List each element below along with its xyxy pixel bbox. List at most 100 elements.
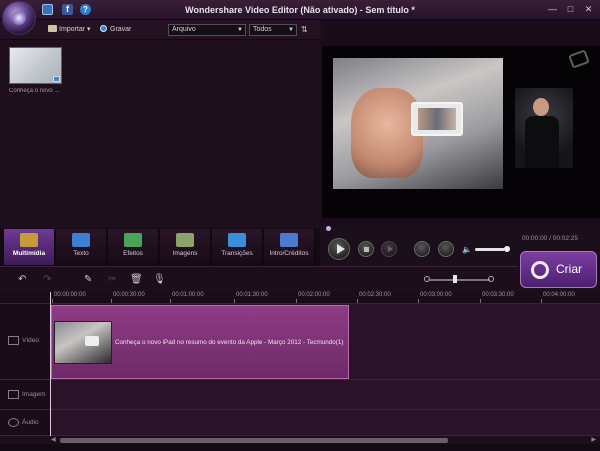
playhead[interactable] — [50, 292, 51, 436]
ruler-tick: 00:03:00:00 — [418, 292, 452, 303]
filter-select[interactable]: Arquivo ▼ — [168, 24, 246, 36]
ruler-tick: 00:02:00:00 — [296, 292, 330, 303]
images-icon — [176, 233, 194, 247]
video-preview[interactable] — [322, 46, 600, 218]
status-bar — [0, 444, 600, 451]
window-title: Wondershare Video Editor (Não ativado) -… — [185, 5, 415, 15]
tab-multimedia[interactable]: Multimídia — [4, 229, 55, 265]
delete-icon[interactable]: 🗑 — [130, 275, 143, 285]
tab-label: Texto — [73, 250, 89, 257]
media-library: Conheça o novo ... — [0, 40, 320, 228]
next-frame-button[interactable] — [381, 241, 397, 257]
watermark-icon — [568, 49, 590, 69]
minimize-button[interactable]: — — [546, 4, 559, 15]
sort-value: Todos — [253, 26, 272, 33]
music-note-icon — [8, 418, 19, 427]
create-button[interactable]: Criar — [520, 251, 597, 288]
scroll-right-icon[interactable]: ▶ — [591, 436, 596, 443]
intro-credits-icon — [280, 233, 298, 247]
clip-thumbnail — [54, 321, 112, 364]
filter-value: Arquivo — [172, 26, 196, 33]
ruler-tick: 00:00:00:00 — [52, 292, 86, 303]
preview-frame-speaker — [515, 88, 573, 168]
media-thumbnail[interactable] — [9, 47, 62, 84]
scrollbar-thumb[interactable] — [60, 438, 448, 443]
sort-select[interactable]: Todos ▼ — [249, 24, 297, 36]
chevron-down-icon: ▼ — [237, 27, 243, 33]
cut-icon[interactable]: ✂ — [108, 275, 116, 285]
transitions-icon — [228, 233, 246, 247]
edit-icon[interactable]: ✎ — [84, 275, 92, 285]
ruler-tick: 00:03:30:00 — [480, 292, 514, 303]
image-track-lane[interactable] — [50, 380, 600, 410]
record-label: Gravar — [110, 26, 132, 33]
import-label: Importar — [59, 26, 86, 33]
clip-label: Conheça o novo iPad no resumo do evento … — [115, 339, 344, 346]
multimedia-icon — [20, 233, 38, 247]
film-reel-icon — [531, 261, 549, 279]
stop-button[interactable] — [358, 241, 374, 257]
audio-track-lane[interactable] — [50, 410, 600, 436]
tab-images[interactable]: Imagens — [160, 229, 211, 265]
record-button[interactable]: Gravar — [100, 25, 131, 33]
chevron-down-icon: ▼ — [288, 27, 294, 33]
zoom-in-icon[interactable] — [488, 276, 494, 282]
tab-intro-credits[interactable]: Intro/Créditos — [264, 229, 315, 265]
volume-icon[interactable]: 🔈 — [462, 245, 472, 254]
play-button[interactable] — [328, 238, 350, 260]
scroll-left-icon[interactable]: ◀ — [51, 436, 56, 443]
tab-text[interactable]: Texto — [56, 229, 107, 265]
head-shape — [533, 98, 549, 116]
snapshot-button[interactable] — [414, 241, 430, 257]
image-icon — [8, 390, 19, 399]
tab-label: Transições — [221, 250, 253, 257]
ruler-tick: 00:02:30:00 — [357, 292, 391, 303]
ipad-shape — [411, 102, 463, 136]
seek-bar[interactable] — [322, 225, 600, 231]
app-logo-icon — [2, 1, 36, 35]
effects-icon — [124, 233, 142, 247]
tab-effects[interactable]: Efeitos — [108, 229, 159, 265]
ruler-tick: 00:00:30:00 — [111, 292, 145, 303]
tab-label: Intro/Créditos — [269, 250, 309, 257]
fullscreen-button[interactable] — [438, 241, 454, 257]
seek-handle[interactable] — [326, 226, 331, 231]
title-bar: f ? Wondershare Video Editor (Não ativad… — [0, 0, 600, 35]
microphone-icon[interactable]: 🎙 — [153, 275, 166, 285]
film-icon — [8, 336, 19, 345]
body-shape — [525, 116, 559, 168]
video-clip[interactable]: Conheça o novo iPad no resumo do evento … — [51, 305, 349, 379]
maximize-button[interactable]: □ — [564, 4, 577, 15]
zoom-knob[interactable] — [453, 275, 457, 283]
record-icon — [100, 25, 107, 32]
zoom-slider[interactable] — [428, 279, 490, 281]
tab-label: Efeitos — [123, 250, 143, 257]
category-tabs: Multimídia Texto Efeitos Imagens Transiç… — [0, 228, 320, 266]
video-badge-icon — [53, 76, 60, 82]
timeline-ruler[interactable]: 00:00:00:00 00:00:30:00 00:01:00:00 00:0… — [0, 292, 600, 304]
ruler-tick: 00:04:00:00 — [541, 292, 575, 303]
ruler-tick: 00:01:30:00 — [234, 292, 268, 303]
undo-icon[interactable]: ↶ — [18, 275, 26, 285]
preview-panel — [322, 20, 600, 225]
sort-order-icon[interactable]: ⇅ — [301, 25, 308, 34]
volume-knob[interactable] — [504, 246, 510, 252]
tab-label: Multimídia — [12, 250, 46, 257]
track-name: Áudio — [22, 419, 39, 426]
media-label: Conheça o novo ... — [9, 88, 60, 94]
preview-frame-main — [333, 58, 503, 189]
text-icon — [72, 233, 90, 247]
timeline-scrollbar[interactable]: ◀ ▶ — [50, 436, 598, 444]
image-track-header: Imagem — [0, 380, 50, 410]
tab-transitions[interactable]: Transições — [212, 229, 263, 265]
track-name: Imagem — [22, 391, 46, 398]
audio-track-header: Áudio — [0, 410, 50, 436]
redo-icon[interactable]: ↷ — [43, 275, 51, 285]
import-button[interactable]: Importar ▾ — [48, 25, 91, 33]
folder-icon — [48, 25, 57, 32]
ruler-tick: 00:01:00:00 — [170, 292, 204, 303]
close-button[interactable]: ✕ — [582, 4, 595, 15]
time-display: 00:00:00 / 00:02:25 — [522, 235, 579, 242]
library-toolbar: Importar ▾ Gravar Arquivo ▼ Todos ▼ ⇅ — [0, 20, 320, 40]
tab-label: Imagens — [172, 250, 198, 257]
